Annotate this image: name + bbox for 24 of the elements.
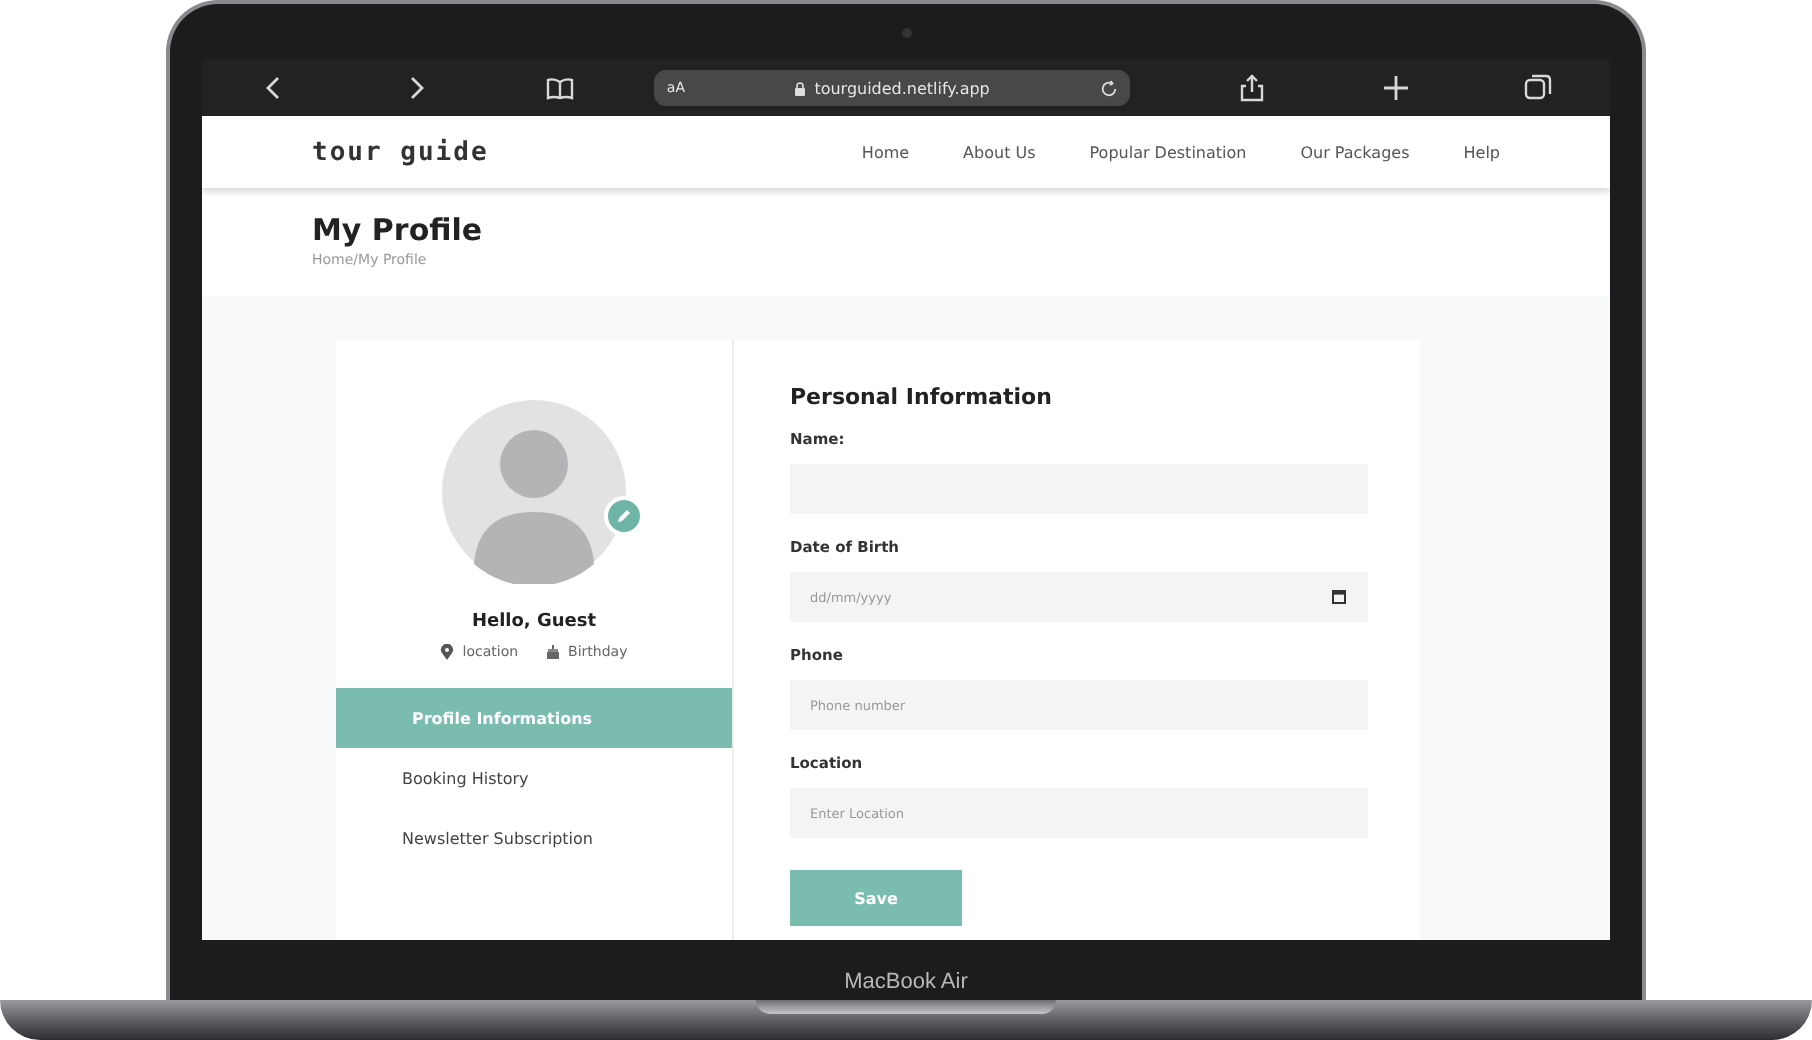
- sidebar-item[interactable]: Booking History: [336, 748, 732, 808]
- nav-link[interactable]: Help: [1463, 143, 1500, 161]
- nav-link[interactable]: Our Packages: [1300, 143, 1410, 161]
- pencil-icon: [616, 508, 632, 524]
- form-title: Personal Information: [790, 384, 1054, 410]
- camera-dot: [901, 28, 911, 38]
- page-title: My Profile: [312, 212, 485, 248]
- nav-link[interactable]: Home: [861, 143, 910, 161]
- url-text: tourguided.netlify.app: [814, 79, 990, 97]
- greeting-text: Hello, Guest: [471, 612, 597, 632]
- cake-icon: [546, 644, 561, 660]
- reload-icon[interactable]: [1099, 79, 1118, 97]
- location-pin-icon: [440, 644, 455, 660]
- site-logo[interactable]: tour guide: [312, 137, 489, 167]
- nav-link[interactable]: About Us: [963, 143, 1036, 161]
- calendar-icon[interactable]: [1332, 590, 1346, 604]
- book-icon[interactable]: [545, 74, 574, 102]
- tabs-icon[interactable]: [1524, 74, 1553, 102]
- lock-icon: [794, 81, 807, 95]
- laptop-model-label: MacBook Air: [844, 970, 968, 994]
- sidebar-item[interactable]: Newsletter Subscription: [336, 808, 732, 868]
- share-icon[interactable]: [1238, 74, 1267, 102]
- new-tab-icon[interactable]: [1381, 74, 1410, 102]
- nav-link[interactable]: Popular Destination: [1089, 143, 1247, 161]
